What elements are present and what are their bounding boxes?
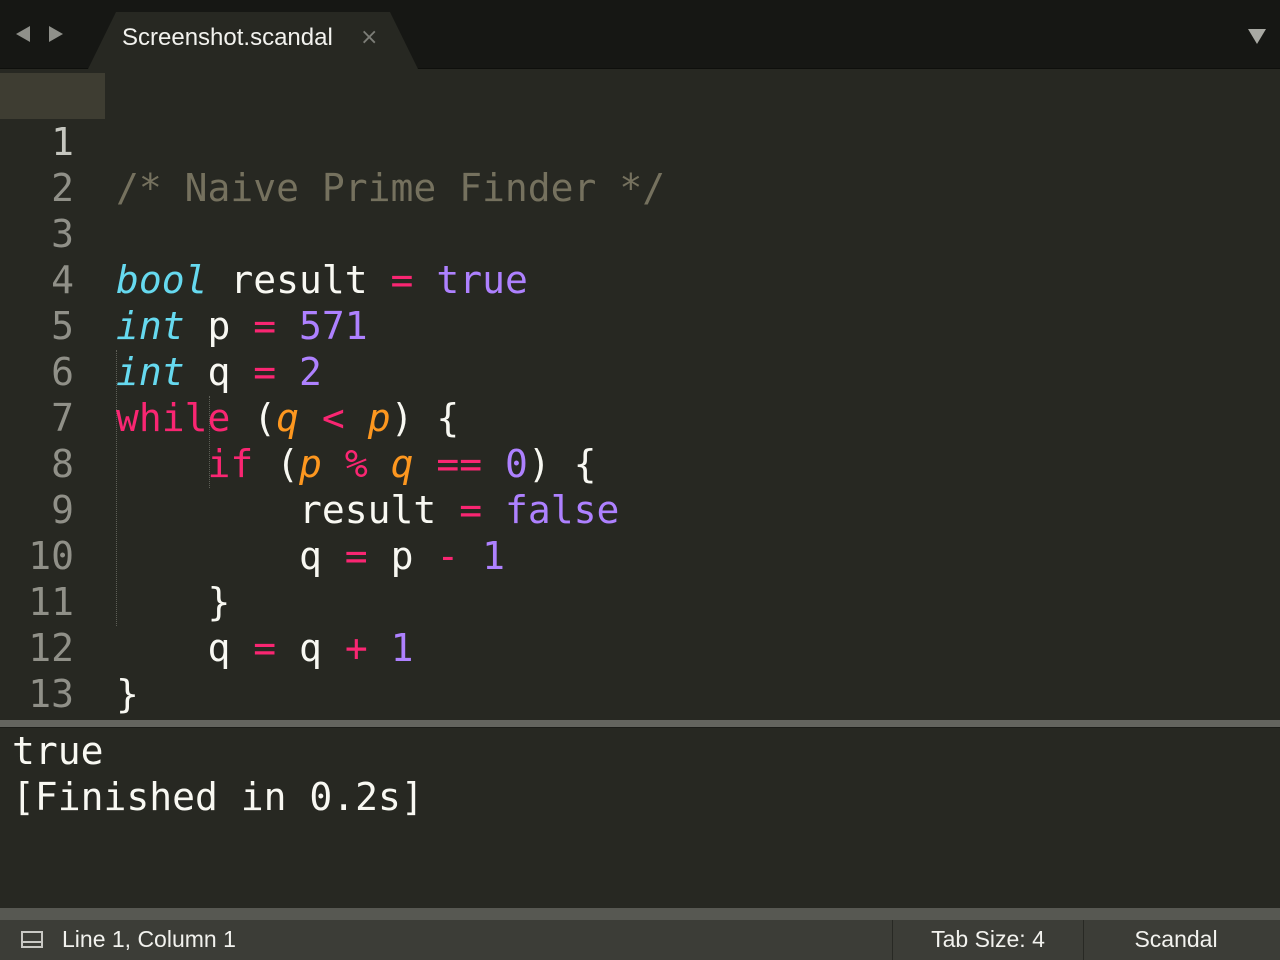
tab-size-selector[interactable]: Tab Size: 4: [893, 926, 1083, 953]
code-line: 3 bool result = true: [0, 165, 1280, 302]
code-line: 7 if (p % q == 0) {: [0, 349, 1280, 486]
code-editor[interactable]: 1 /* Naive Prime Finder */ 2 3 bool resu…: [0, 68, 1280, 762]
tab-title: Screenshot.scandal: [122, 24, 333, 51]
syntax-selector[interactable]: Scandal: [1084, 926, 1268, 953]
cursor-position: Line 1, Column 1: [62, 926, 236, 952]
next-tab-arrow-icon[interactable]: [49, 26, 63, 42]
tab-menu-dropdown-icon[interactable]: [1248, 29, 1266, 44]
code-line: 5 int q = 2: [0, 257, 1280, 394]
code-line: 8 result = false: [0, 395, 1280, 532]
code-line: 6 while (q < p) {: [0, 303, 1280, 440]
output-line: [Finished in 0.2s]: [12, 775, 424, 819]
tab-screenshot-scandal[interactable]: Screenshot.scandal ×: [88, 12, 418, 69]
output-line: true: [12, 729, 104, 773]
close-icon[interactable]: ×: [360, 25, 378, 50]
panel-resize-handle[interactable]: [0, 720, 1280, 728]
code-line: 14: [0, 671, 1280, 762]
code-line: 10 }: [0, 487, 1280, 624]
status-bar: Line 1, Column 1 Tab Size: 4 Scandal: [0, 908, 1280, 960]
code-line: 2: [0, 119, 1280, 210]
previous-tab-arrow-icon[interactable]: [16, 26, 30, 42]
code-line: 11 q = q + 1: [0, 533, 1280, 670]
code-line: 4 int p = 571: [0, 211, 1280, 348]
code-line: 9 q = p - 1: [0, 441, 1280, 578]
code-line: 12 }: [0, 579, 1280, 716]
console-toggle-icon[interactable]: [21, 931, 43, 948]
build-output-panel: true [Finished in 0.2s]: [0, 728, 1280, 908]
tab-bar: Screenshot.scandal ×: [0, 0, 1280, 69]
code-line: 13 print(result): [0, 625, 1280, 762]
code-line: 1 /* Naive Prime Finder */: [0, 73, 1280, 210]
